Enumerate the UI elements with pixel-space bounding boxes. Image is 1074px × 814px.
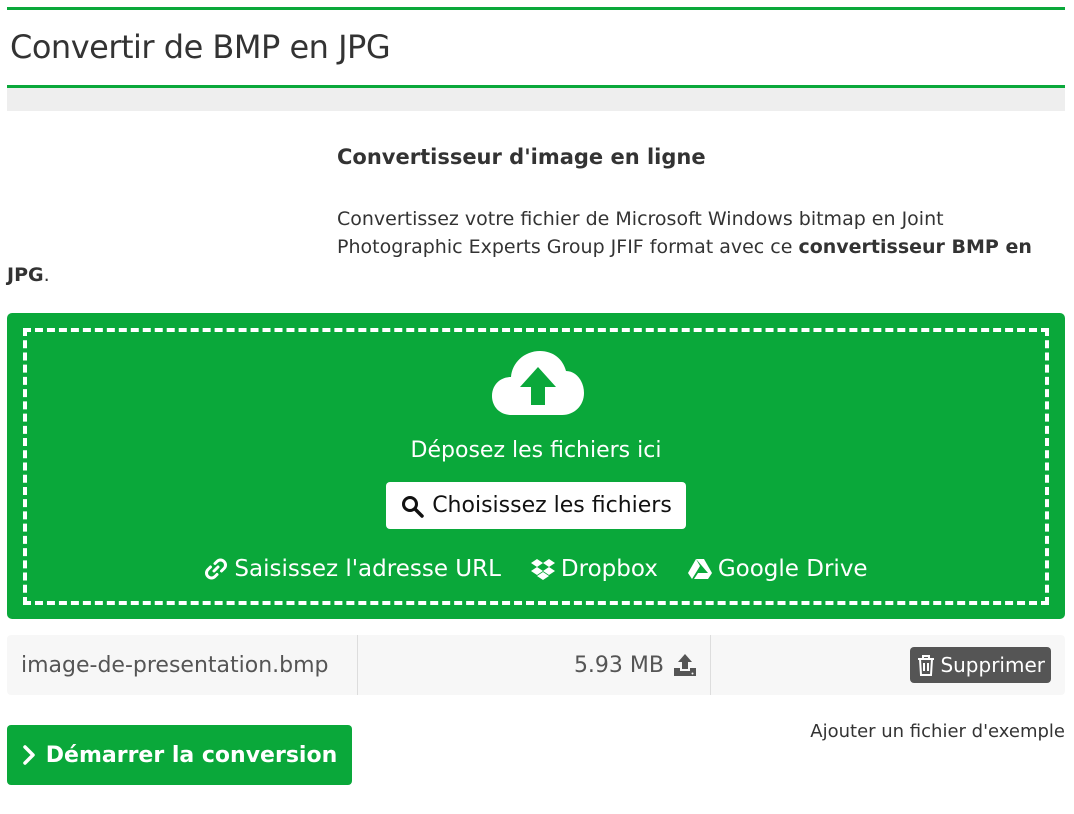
dropbox-source-label: Dropbox bbox=[560, 556, 658, 582]
link-icon bbox=[205, 558, 228, 580]
file-row: image-de-presentation.bmp 5.93 MB Suppri… bbox=[7, 635, 1065, 695]
chevron-right-icon bbox=[23, 745, 35, 765]
url-source-link[interactable]: Saisissez l'adresse URL bbox=[204, 556, 501, 582]
dropbox-icon bbox=[530, 559, 555, 580]
file-name: image-de-presentation.bmp bbox=[7, 635, 358, 695]
search-icon bbox=[402, 495, 424, 518]
intro-end: . bbox=[43, 264, 50, 286]
google-drive-source-link[interactable]: Google Drive bbox=[687, 556, 868, 582]
add-sample-file-link[interactable]: Ajouter un fichier d'exemple bbox=[810, 721, 1065, 742]
page-title: Convertir de BMP en JPG bbox=[10, 28, 391, 66]
delete-file-label: Supprimer bbox=[940, 653, 1045, 677]
cloud-upload-icon bbox=[492, 351, 584, 415]
url-source-label: Saisissez l'adresse URL bbox=[234, 556, 501, 582]
upload-icon bbox=[674, 654, 696, 676]
intro-line-2: Photographic Experts Group JFIF format a… bbox=[7, 233, 1057, 261]
file-size-cell: 5.93 MB bbox=[358, 635, 711, 695]
intro-line-1: Convertissez votre fichier de Microsoft … bbox=[337, 208, 944, 230]
drop-text: Déposez les fichiers ici bbox=[410, 438, 662, 463]
choose-files-button[interactable]: Choisissez les fichiers bbox=[386, 482, 686, 529]
google-drive-icon bbox=[687, 559, 712, 579]
dropbox-source-link[interactable]: Dropbox bbox=[530, 556, 658, 582]
choose-files-label: Choisissez les fichiers bbox=[432, 493, 672, 518]
intro-line-3: JPG. bbox=[7, 264, 50, 286]
start-conversion-button[interactable]: Démarrer la conversion bbox=[7, 725, 352, 785]
intro-bold-text: convertisseur BMP en bbox=[798, 236, 1032, 258]
sub-heading: Convertisseur d'image en ligne bbox=[337, 145, 706, 169]
delete-file-button[interactable]: Supprimer bbox=[910, 647, 1051, 683]
section-bar bbox=[7, 88, 1065, 111]
start-conversion-label: Démarrer la conversion bbox=[45, 742, 338, 768]
trash-icon bbox=[918, 655, 935, 676]
file-drop-zone[interactable]: Déposez les fichiers ici Choisissez les … bbox=[7, 313, 1065, 619]
intro-text: Convertissez votre fichier de Microsoft … bbox=[7, 205, 1057, 289]
top-rule bbox=[7, 7, 1065, 10]
file-size: 5.93 MB bbox=[573, 652, 664, 678]
google-drive-source-label: Google Drive bbox=[717, 556, 868, 582]
intro-line-2-text: Photographic Experts Group JFIF format a… bbox=[337, 236, 799, 258]
upload-sources: Saisissez l'adresse URL Dropbox Google D… bbox=[7, 556, 1065, 582]
file-actions: Supprimer bbox=[711, 635, 1065, 695]
intro-bold-jpg: JPG bbox=[7, 264, 44, 286]
